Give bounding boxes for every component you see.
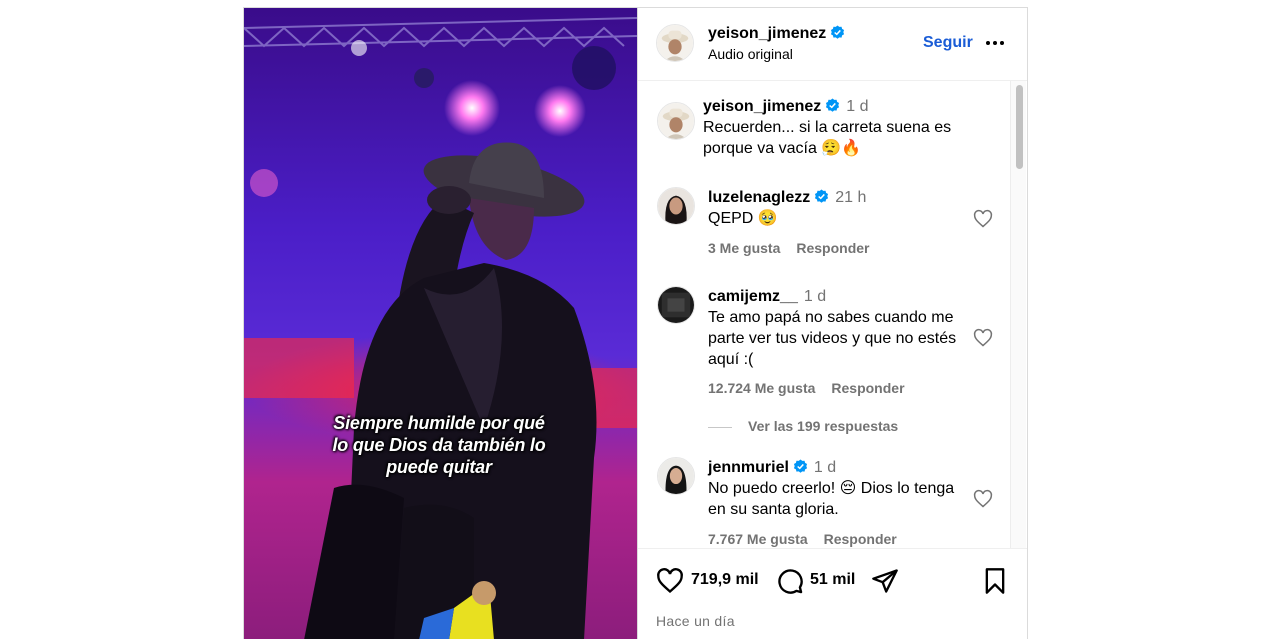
more-options-icon[interactable] [983,31,1007,55]
comment-text: Te amo papá no sabes cuando me parte ver… [708,309,957,368]
comments-list[interactable]: yeison_jimenez 1 d Recuerden... si la car… [638,81,1027,548]
share-paper-plane-icon [872,569,898,593]
post-details-panel: yeison_jimenez Audio original Seguir yei… [637,8,1027,639]
verified-badge-icon [826,98,840,112]
like-comment-heart-icon[interactable] [973,328,993,348]
comment-time[interactable]: 1 d [846,98,868,115]
share-button[interactable] [871,567,899,595]
post-video[interactable]: Siempre humilde por qué lo que Dios da t… [244,8,637,639]
comment-count[interactable]: 51 mil [810,571,855,589]
commenter-avatar[interactable] [657,187,695,225]
comment-time[interactable]: 21 h [835,189,866,206]
video-caption-overlay: Siempre humilde por qué lo que Dios da t… [332,413,546,477]
commenter-username[interactable]: camijemz__ [708,288,798,305]
commenter-avatar[interactable] [657,102,695,140]
author-username[interactable]: yeison_jimenez [708,25,826,42]
bookmark-icon [985,568,1005,594]
commenter-username[interactable]: jennmuriel [708,459,789,476]
audio-label[interactable]: Audio original [708,46,845,62]
concert-scene-image [244,8,637,639]
commenter-avatar[interactable] [657,457,695,495]
comment-likes[interactable]: 7.767 Me gusta [708,531,808,547]
verified-badge-icon [793,459,807,473]
reply-button[interactable]: Responder [796,240,869,256]
comment-text: Recuerden... si la carreta suena es porq… [703,119,952,157]
reply-button[interactable]: Responder [824,531,897,547]
comment-likes[interactable]: 12.724 Me gusta [708,380,815,396]
verified-badge-icon [831,25,845,39]
comment-button[interactable] [776,567,804,595]
post-date[interactable]: Hace un día [656,613,735,629]
post-header: yeison_jimenez Audio original Seguir [638,8,1027,81]
comments-scrollbar[interactable] [1010,81,1026,548]
comment-likes[interactable]: 3 Me gusta [708,240,780,256]
save-button[interactable] [981,567,1009,595]
comment-text: No puedo creerlo! 😔 Dios lo tenga en su … [708,480,955,518]
comment-text: QEPD 🥹 [708,210,778,227]
instagram-post: Siempre humilde por qué lo que Dios da t… [243,7,1028,639]
commenter-username[interactable]: yeison_jimenez [703,98,821,115]
view-replies-label: Ver las 199 respuestas [748,418,899,434]
view-replies-button[interactable]: Ver las 199 respuestas [708,418,898,434]
comment-meta: 7.767 Me gusta Responder [708,531,913,547]
comment-meta: 3 Me gusta Responder [708,240,885,256]
heart-icon [657,568,683,594]
like-button[interactable] [656,567,684,595]
commenter-avatar[interactable] [657,286,695,324]
replies-divider [708,426,732,428]
commenter-username[interactable]: luzelenaglezz [708,189,810,206]
author-avatar[interactable] [656,24,694,62]
like-comment-heart-icon[interactable] [973,489,993,509]
comment-time[interactable]: 1 d [814,459,836,476]
comment-time[interactable]: 1 d [804,288,826,305]
follow-button[interactable]: Seguir [923,34,973,52]
like-count[interactable]: 719,9 mil [691,571,759,589]
author-info: yeison_jimenez Audio original [708,25,845,62]
scrollbar-thumb[interactable] [1016,85,1023,169]
verified-badge-icon [815,189,829,203]
comment-bubble-icon [778,569,803,594]
post-actions-footer: 719,9 mil 51 mil Hace un día [638,548,1027,639]
comment-meta: 12.724 Me gusta Responder [708,380,921,396]
like-comment-heart-icon[interactable] [973,209,993,229]
reply-button[interactable]: Responder [831,380,904,396]
